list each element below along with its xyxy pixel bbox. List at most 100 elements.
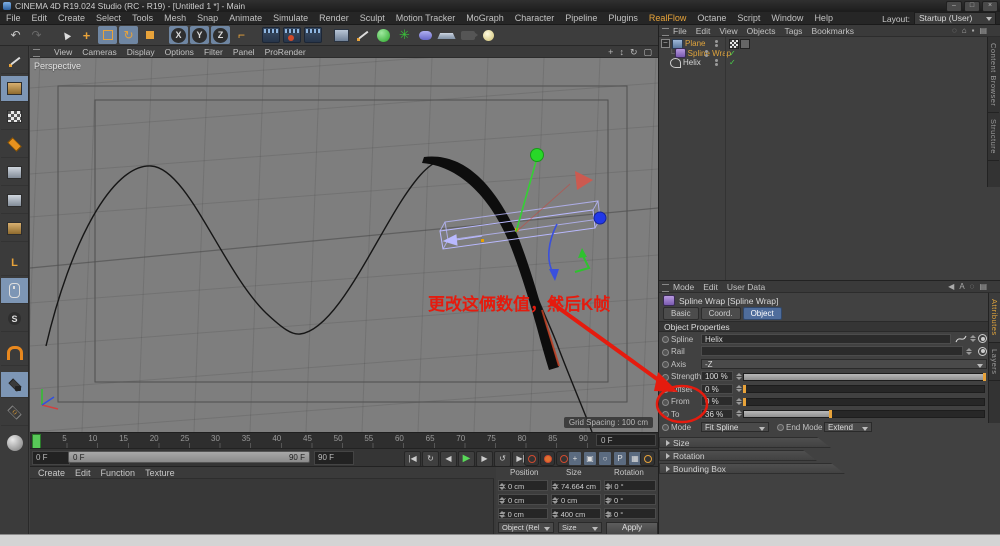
spline-curve-icon[interactable]	[955, 334, 967, 344]
strength-slider[interactable]	[743, 372, 986, 381]
menu-item[interactable]: Character	[515, 13, 555, 23]
menu-item[interactable]: Select	[96, 13, 121, 23]
to-slider[interactable]	[743, 410, 985, 418]
frame-range-slider[interactable]: 0 F 90 F	[68, 451, 310, 463]
end-frame-field[interactable]: 90 F	[314, 451, 354, 465]
minimize-panel-icon[interactable]: ▪	[972, 26, 975, 35]
menu-item[interactable]: RealFlow	[649, 13, 687, 23]
object-row-plane[interactable]: – Plane	[659, 38, 989, 49]
viewport-menu-item[interactable]: Panel	[233, 47, 255, 57]
menu-item[interactable]: Edit	[32, 13, 48, 23]
tab-basic[interactable]: Basic	[663, 307, 699, 320]
coords-mode-dropdown[interactable]: Object (Rel	[498, 522, 554, 533]
y-axis-ball-handle[interactable]	[530, 148, 544, 162]
edges-mode-icon[interactable]	[1, 188, 28, 214]
render-settings-button[interactable]	[303, 26, 322, 44]
from-slider[interactable]	[743, 397, 985, 406]
axis-mode-icon[interactable]: L	[1, 250, 28, 276]
menu-item[interactable]: Window	[771, 13, 803, 23]
undo-button[interactable]: ↶	[6, 26, 25, 44]
offset-slider[interactable]	[743, 385, 985, 393]
viewport-menu-item[interactable]: Display	[127, 47, 155, 57]
dynamic-guides-icon[interactable]: ()	[1, 400, 28, 426]
visibility-dots[interactable]	[715, 59, 718, 67]
home-icon[interactable]: ⌂	[962, 26, 967, 35]
tweak-mode-icon[interactable]	[1, 278, 28, 304]
rotation-band-handle[interactable]	[548, 223, 558, 274]
keyframe-toggle[interactable]: ○	[598, 451, 612, 466]
current-frame-field[interactable]: 0 F	[596, 434, 656, 446]
transport-button[interactable]: ▶	[476, 450, 493, 467]
anim-dot-icon[interactable]	[662, 386, 669, 393]
object-properties-header[interactable]: Object Properties	[659, 321, 989, 332]
panel-handle-icon[interactable]	[33, 49, 40, 57]
spinner-icon[interactable]	[735, 397, 742, 407]
object-row-helix[interactable]: Helix ✓	[659, 57, 989, 68]
rotation-h-field[interactable]: H0 °	[604, 480, 656, 491]
points-mode-icon[interactable]	[1, 160, 28, 186]
pick-object-icon[interactable]	[978, 334, 987, 343]
timeline-ruler[interactable]: 051015202530354045505560657075808590 0 F	[30, 432, 658, 449]
keyframe-toggle[interactable]: ▣	[583, 451, 597, 466]
rail-link-field[interactable]	[701, 346, 963, 356]
menu-item[interactable]: Render	[319, 13, 349, 23]
texture-mode-icon[interactable]	[1, 104, 28, 130]
transport-button[interactable]: ↺	[494, 450, 511, 467]
om-menu-item[interactable]: File	[673, 26, 687, 36]
om-menu-item[interactable]: Edit	[696, 26, 711, 36]
spinner-icon[interactable]	[965, 347, 972, 357]
tab-content-browser[interactable]: Content Browser	[988, 37, 999, 114]
offset-value-field[interactable]: 0 %	[701, 383, 733, 394]
timeline-menu-item[interactable]: Texture	[145, 468, 175, 478]
pick-object-icon[interactable]	[978, 346, 987, 356]
menu-item[interactable]: Help	[814, 13, 833, 23]
rotation-b-field[interactable]: B0 °	[604, 508, 656, 519]
visibility-dots[interactable]	[715, 40, 718, 48]
arrow-mode-icon[interactable]: A	[959, 282, 964, 291]
panel-handle-icon[interactable]	[662, 28, 669, 36]
x-axis-lock-button[interactable]: X	[169, 26, 188, 44]
live-selection-button[interactable]: ▲	[56, 26, 75, 44]
position-z-field[interactable]: Z0 cm	[498, 508, 548, 519]
cage-handle-dot[interactable]	[481, 239, 484, 242]
am-menu-item[interactable]: Mode	[673, 282, 694, 292]
workplane-mode-icon[interactable]	[1, 132, 28, 158]
viewport-menu-item[interactable]: ProRender	[265, 47, 306, 57]
anim-dot-icon[interactable]	[662, 411, 669, 418]
anim-dot-icon[interactable]	[662, 361, 669, 368]
scale-tool-button[interactable]	[98, 26, 117, 44]
keyframe-toggle[interactable]: +	[568, 451, 582, 466]
add-light-button[interactable]	[479, 26, 498, 44]
rotation-p-field[interactable]: P0 °	[604, 494, 656, 505]
menu-item[interactable]: Octane	[697, 13, 726, 23]
strength-value-field[interactable]: 100 %	[701, 371, 733, 381]
axis-dropdown[interactable]: -Z	[701, 358, 987, 369]
menu-item[interactable]: Snap	[197, 13, 218, 23]
texture-tag-icon[interactable]	[729, 38, 739, 49]
visibility-dots[interactable]	[705, 49, 708, 57]
menu-item[interactable]: Motion Tracker	[396, 13, 456, 23]
from-value-field[interactable]: 0 %	[701, 396, 733, 406]
am-menu-item[interactable]: Edit	[703, 282, 718, 292]
mode-dropdown[interactable]: Fit Spline	[701, 421, 769, 432]
pen-tool-icon[interactable]	[1, 48, 28, 74]
keyframe-track-area[interactable]	[30, 479, 494, 535]
lock-icon[interactable]: ▤	[979, 282, 987, 291]
tab-structure[interactable]: Structure	[988, 113, 999, 162]
move-tool-button[interactable]: +	[77, 26, 96, 44]
anim-dot-icon[interactable]	[662, 348, 669, 356]
layout-dropdown[interactable]: Startup (User)	[914, 12, 996, 25]
maximize-button[interactable]: □	[964, 0, 980, 12]
menu-item[interactable]: Create	[58, 13, 85, 23]
timeline-playhead[interactable]	[32, 434, 41, 449]
viewport-maximize-icon[interactable]: ▢	[643, 47, 652, 58]
close-button[interactable]: ×	[982, 0, 998, 12]
size-y-field[interactable]: Y0 cm	[551, 494, 601, 505]
viewport-rotate-icon[interactable]: ↻	[630, 47, 638, 58]
object-row-spline-wrap[interactable]: └ Spline Wrap ✓	[659, 48, 999, 59]
tab-coord[interactable]: Coord.	[700, 307, 741, 320]
search-icon[interactable]: ◌	[970, 282, 975, 291]
to-value-field[interactable]: 36 %	[701, 408, 733, 419]
menu-item[interactable]: Sculpt	[360, 13, 385, 23]
menu-item[interactable]: File	[6, 13, 21, 23]
